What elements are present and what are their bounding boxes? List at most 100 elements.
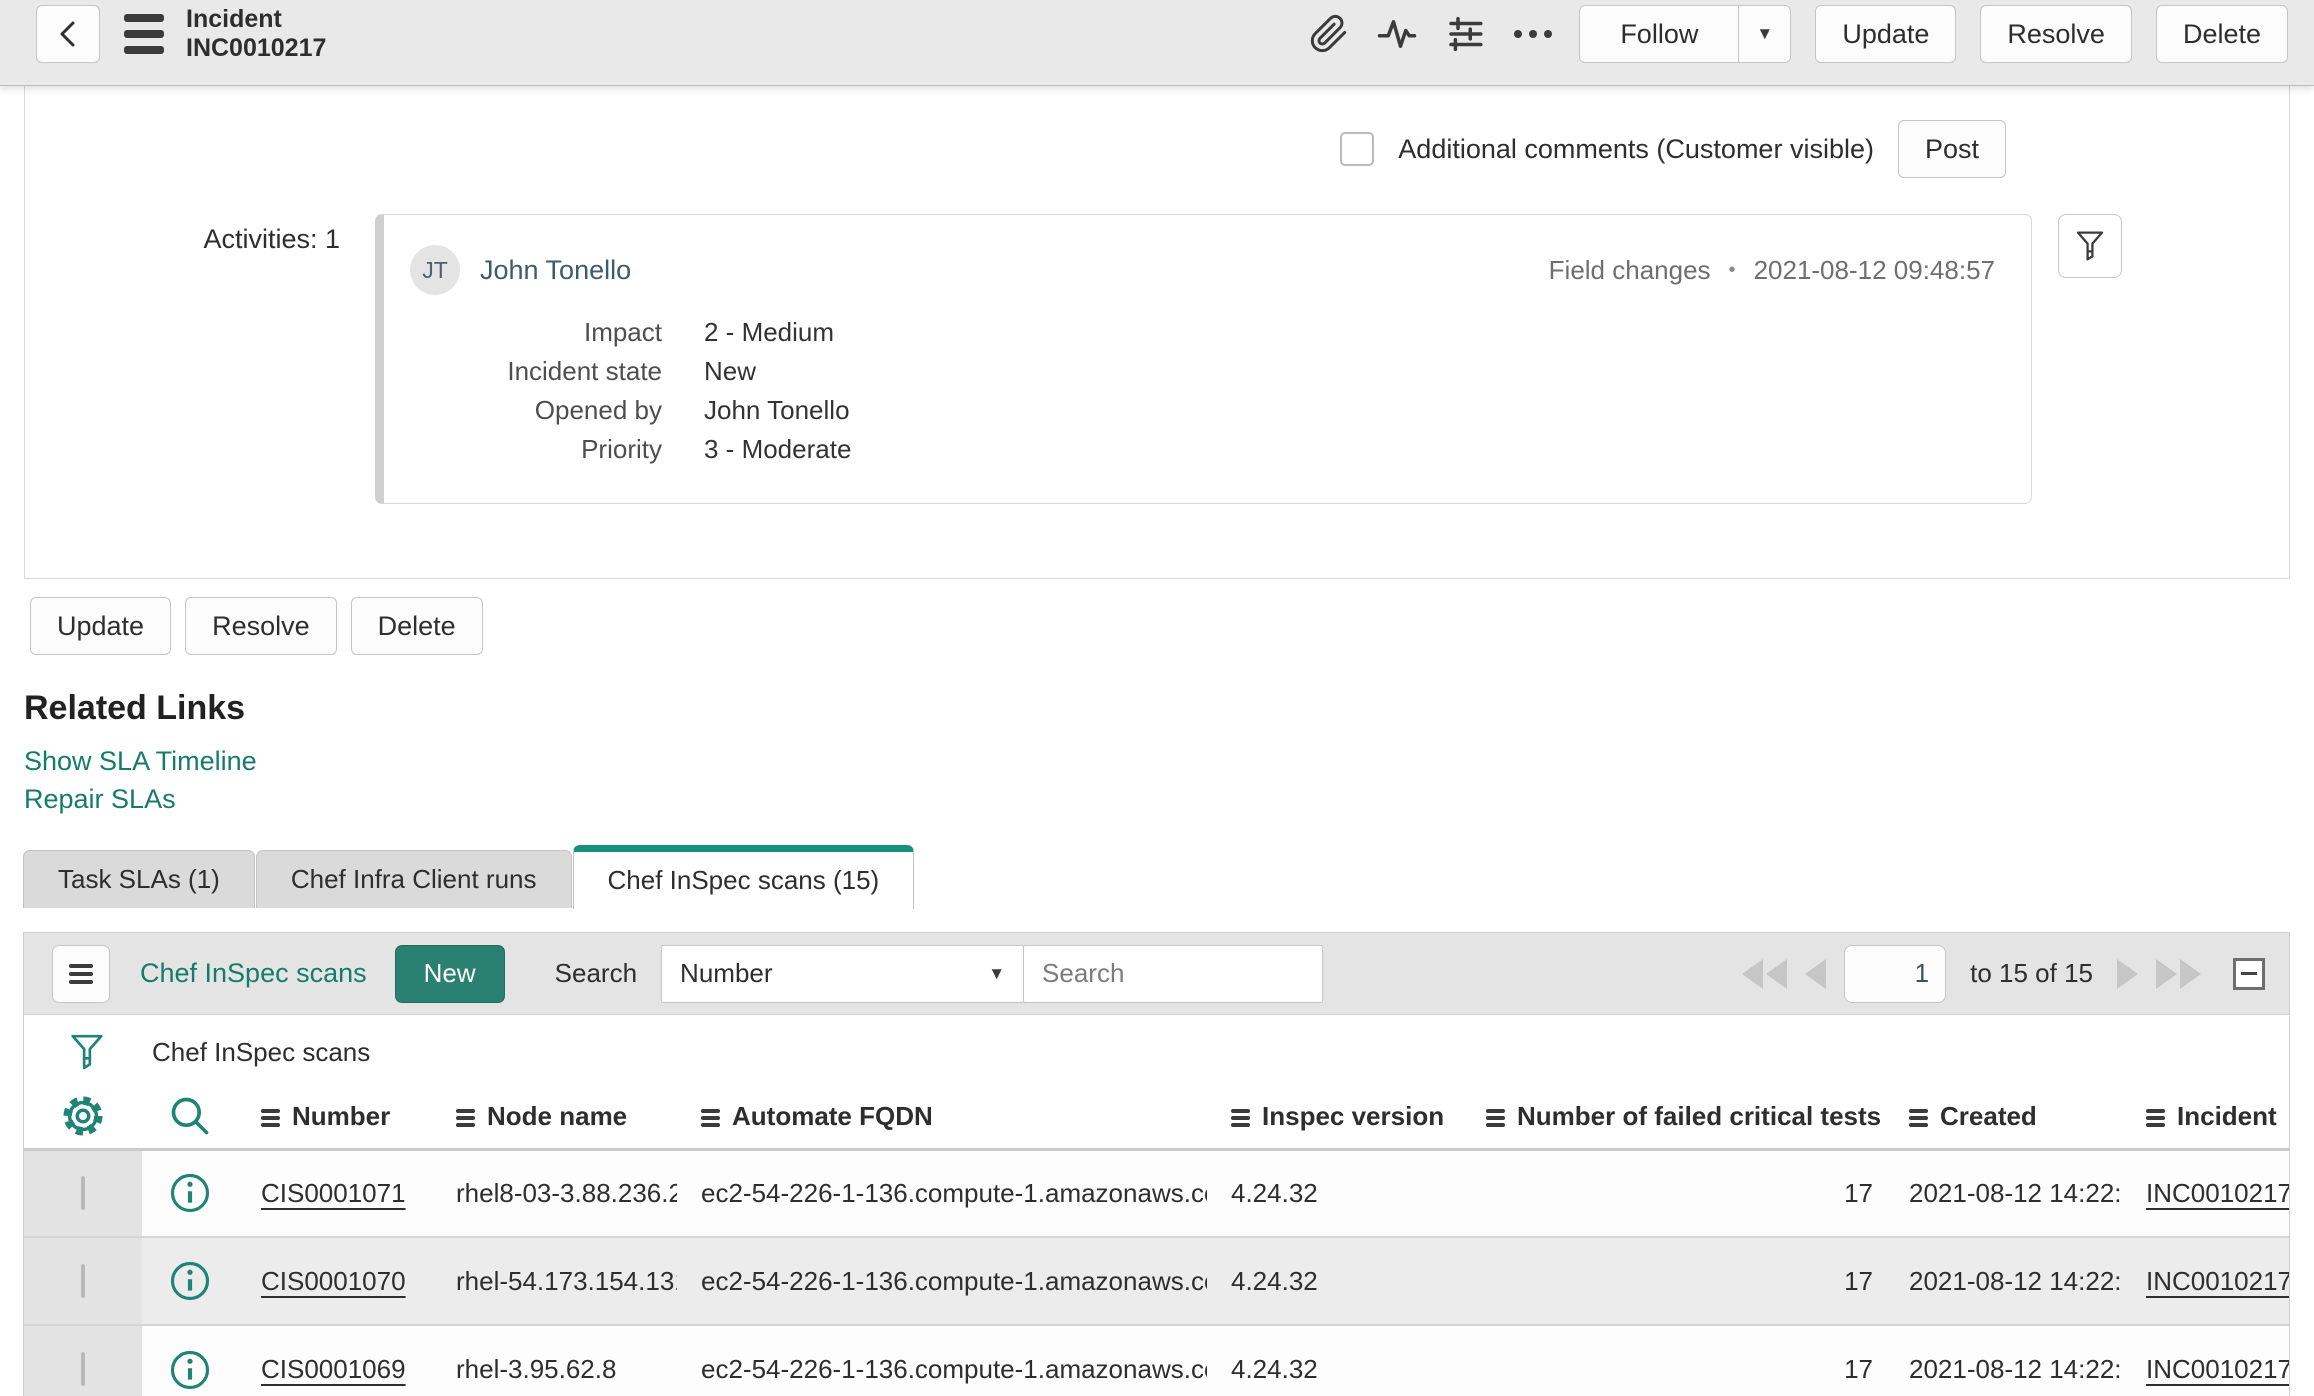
activity-stream-button[interactable] bbox=[1375, 12, 1419, 56]
double-arrow-left-icon bbox=[1766, 958, 1788, 989]
scan-number-link[interactable]: CIS0001071 bbox=[261, 1178, 406, 1208]
column-menu-icon bbox=[1486, 1110, 1505, 1126]
column-header-incident[interactable]: Incident bbox=[2122, 1085, 2289, 1149]
info-icon[interactable] bbox=[142, 1260, 237, 1302]
double-arrow-right-icon bbox=[2180, 958, 2201, 989]
double-arrow-right-icon bbox=[2156, 958, 2177, 989]
additional-comments-checkbox[interactable] bbox=[1340, 132, 1375, 166]
scans-table: Number Node name Automate FQDN Inspec ve… bbox=[24, 1085, 2289, 1396]
arrow-right-icon bbox=[2117, 958, 2138, 989]
tab-task-slas[interactable]: Task SLAs (1) bbox=[23, 850, 255, 908]
field-change-label: Priority bbox=[581, 434, 662, 464]
gear-icon bbox=[24, 1093, 142, 1139]
row-checkbox[interactable] bbox=[81, 1175, 85, 1210]
column-label: Incident bbox=[2177, 1100, 2277, 1131]
cell-number: CIS0001069 bbox=[237, 1324, 432, 1396]
cell-number: CIS0001071 bbox=[237, 1147, 432, 1237]
funnel-icon bbox=[2074, 228, 2106, 264]
scan-number-link[interactable]: CIS0001069 bbox=[261, 1354, 406, 1384]
follow-dropdown-button[interactable]: ▼ bbox=[1739, 5, 1792, 63]
activity-timestamp: 2021-08-12 09:48:57 bbox=[1753, 254, 1995, 285]
context-menu-button[interactable] bbox=[124, 14, 164, 54]
cell-incident: INC0010217 bbox=[2122, 1324, 2289, 1396]
info-icon[interactable] bbox=[142, 1349, 237, 1391]
repair-slas-link[interactable]: Repair SLAs bbox=[24, 780, 2314, 818]
list-context-menu-button[interactable] bbox=[52, 944, 110, 1003]
row-checkbox[interactable] bbox=[81, 1352, 85, 1386]
column-header-automate-fqdn[interactable]: Automate FQDN bbox=[677, 1085, 1207, 1149]
field-change-label: Opened by bbox=[534, 395, 662, 425]
first-page-button[interactable] bbox=[1742, 958, 1788, 989]
show-sla-timeline-link[interactable]: Show SLA Timeline bbox=[24, 742, 2314, 780]
column-header-node-name[interactable]: Node name bbox=[432, 1085, 677, 1149]
new-button[interactable]: New bbox=[394, 944, 505, 1003]
cell-node-name: rhel8-03-3.88.236.28 bbox=[432, 1147, 677, 1237]
cell-created: 2021-08-12 14:22:36 bbox=[1885, 1147, 2122, 1237]
column-header-failed-critical-tests[interactable]: Number of failed critical tests bbox=[1462, 1085, 1885, 1149]
cell-failed-critical-tests: 17 bbox=[1462, 1236, 1885, 1325]
update-button-header[interactable]: Update bbox=[1815, 5, 1957, 63]
activity-entry: JT John Tonello Field changes • 2021-08-… bbox=[375, 214, 2032, 504]
column-header-search[interactable] bbox=[142, 1085, 237, 1149]
resolve-button[interactable]: Resolve bbox=[185, 597, 337, 655]
filter-funnel-icon[interactable] bbox=[68, 1031, 106, 1073]
cell-failed-critical-tests: 17 bbox=[1462, 1324, 1885, 1396]
column-label: Automate FQDN bbox=[732, 1100, 933, 1131]
info-icon[interactable] bbox=[142, 1172, 237, 1214]
page-number-input[interactable] bbox=[1844, 944, 1947, 1003]
column-header-inspec-version[interactable]: Inspec version bbox=[1207, 1085, 1462, 1149]
column-menu-icon bbox=[1909, 1110, 1928, 1126]
row-checkbox[interactable] bbox=[81, 1263, 85, 1298]
incident-link[interactable]: INC0010217 bbox=[2146, 1266, 2289, 1296]
last-page-button[interactable] bbox=[2156, 958, 2201, 989]
table-header-row: Number Node name Automate FQDN Inspec ve… bbox=[24, 1085, 2289, 1149]
list-title[interactable]: Chef InSpec scans bbox=[140, 958, 367, 989]
personalize-form-button[interactable] bbox=[1443, 12, 1487, 56]
bullet-separator: • bbox=[1728, 258, 1736, 281]
activity-user-name[interactable]: John Tonello bbox=[480, 255, 631, 286]
list-search-input[interactable] bbox=[1023, 944, 1324, 1003]
post-button[interactable]: Post bbox=[1897, 120, 2006, 178]
next-page-button[interactable] bbox=[2117, 958, 2138, 989]
breadcrumb[interactable]: Chef InSpec scans bbox=[152, 1037, 370, 1068]
delete-button[interactable]: Delete bbox=[350, 597, 483, 655]
chevron-down-icon: ▼ bbox=[1756, 24, 1774, 43]
search-field-select[interactable]: Number ▼ bbox=[661, 944, 1025, 1003]
follow-button[interactable]: Follow bbox=[1579, 5, 1740, 63]
collapse-list-button[interactable] bbox=[2233, 957, 2265, 990]
minimize-icon bbox=[2233, 957, 2265, 990]
activity-entry-header: JT John Tonello Field changes • 2021-08-… bbox=[410, 245, 2001, 295]
field-change-value: John Tonello bbox=[704, 395, 850, 425]
incident-page: Incident INC0010217 Follow ▼ Update Reso… bbox=[0, 0, 2314, 1396]
column-header-gear[interactable] bbox=[24, 1085, 142, 1149]
more-options-button[interactable] bbox=[1511, 12, 1555, 56]
activity-filter-button[interactable] bbox=[2058, 214, 2122, 278]
update-button[interactable]: Update bbox=[30, 597, 172, 655]
related-links-title: Related Links bbox=[24, 689, 246, 727]
field-changes-list: Impact 2 - Medium Incident state New Ope… bbox=[410, 313, 2001, 469]
activities-count-label: Activities: 1 bbox=[203, 224, 340, 254]
previous-page-button[interactable] bbox=[1805, 958, 1827, 989]
field-change-value: 2 - Medium bbox=[704, 317, 835, 347]
paperclip-icon bbox=[1309, 14, 1349, 54]
back-button[interactable] bbox=[36, 5, 100, 63]
activity-meta: Field changes • 2021-08-12 09:48:57 bbox=[1549, 255, 2001, 286]
activities-section: Activities: 1 JT John Tonello Field chan… bbox=[25, 214, 2289, 504]
activity-type-label: Field changes bbox=[1548, 254, 1711, 285]
record-header: Incident INC0010217 Follow ▼ Update Reso… bbox=[0, 0, 2314, 68]
attachment-button[interactable] bbox=[1307, 12, 1351, 56]
tab-chef-infra-client-runs[interactable]: Chef Infra Client runs bbox=[255, 850, 572, 908]
delete-button-header[interactable]: Delete bbox=[2155, 5, 2288, 63]
column-label: Number bbox=[292, 1100, 391, 1131]
avatar: JT bbox=[410, 245, 460, 295]
follow-split-button: Follow ▼ bbox=[1579, 5, 1792, 63]
table-row: CIS0001071 rhel8-03-3.88.236.28 ec2-54-2… bbox=[24, 1147, 2289, 1237]
tab-chef-inspec-scans[interactable]: Chef InSpec scans (15) bbox=[572, 845, 915, 909]
incident-link[interactable]: INC0010217 bbox=[2146, 1178, 2289, 1208]
column-header-number[interactable]: Number bbox=[237, 1085, 432, 1149]
scan-number-link[interactable]: CIS0001070 bbox=[261, 1266, 406, 1296]
column-menu-icon bbox=[261, 1110, 280, 1126]
resolve-button-header[interactable]: Resolve bbox=[1980, 5, 2132, 63]
column-header-created[interactable]: Created bbox=[1885, 1085, 2122, 1149]
incident-link[interactable]: INC0010217 bbox=[2146, 1354, 2289, 1384]
